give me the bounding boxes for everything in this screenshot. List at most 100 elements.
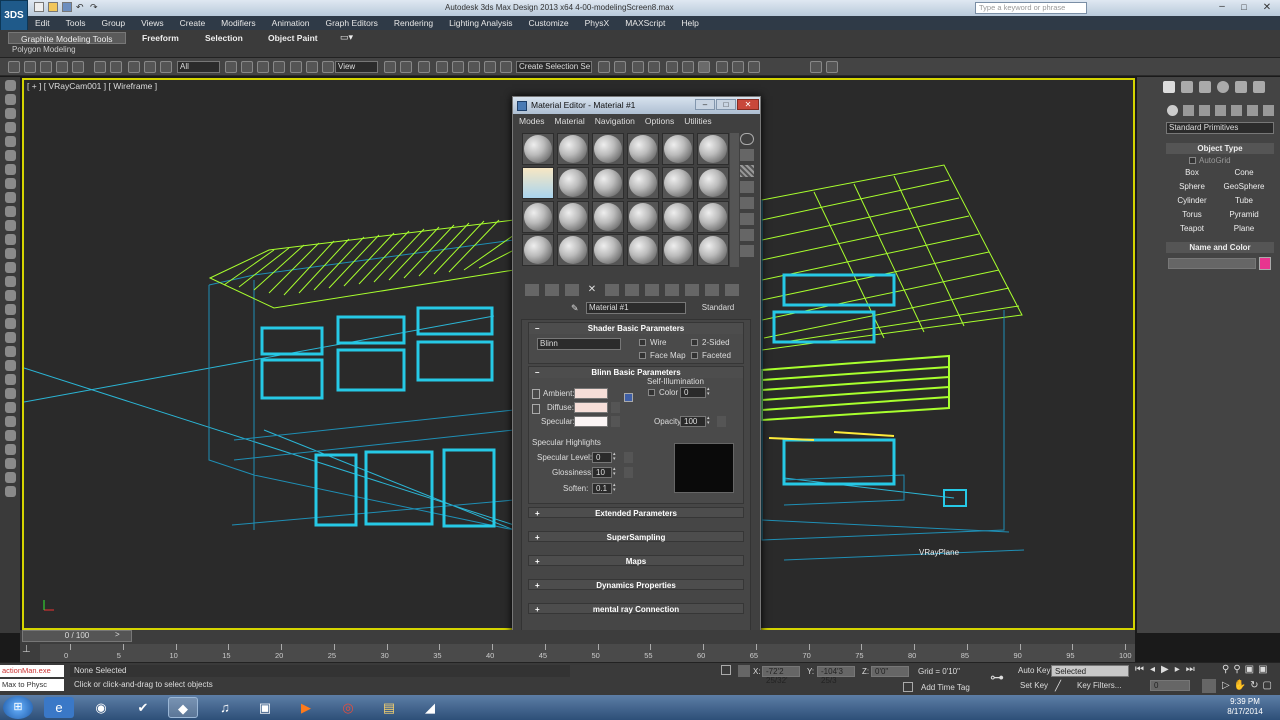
taskbar-chrome-icon[interactable]: ◎ — [333, 697, 363, 718]
play-icon[interactable]: ▶ — [1161, 664, 1169, 675]
current-frame-field[interactable]: 0 — [1150, 680, 1190, 691]
copy-material-icon[interactable] — [605, 284, 619, 296]
tool-icon-17[interactable] — [4, 304, 16, 315]
material-type-button[interactable]: Standard — [693, 302, 743, 314]
y-coord-field[interactable]: -104'3 25/3 — [817, 666, 855, 685]
time-configuration-icon[interactable] — [1202, 679, 1216, 693]
make-preview-icon[interactable] — [740, 213, 754, 225]
tool-icon-12[interactable] — [4, 234, 16, 245]
tab-selection[interactable]: Selection — [193, 32, 255, 44]
me-minimize-icon[interactable]: – — [695, 99, 715, 110]
go-to-end-icon[interactable]: ⏭ — [1186, 664, 1195, 675]
sample-uv-tiling-icon[interactable] — [740, 181, 754, 193]
teapot-button[interactable]: Teapot — [1163, 223, 1221, 235]
systems-icon[interactable] — [1263, 105, 1274, 116]
link-icon[interactable] — [128, 61, 140, 73]
material-editor-icon[interactable] — [698, 61, 710, 73]
diffuse-color-swatch[interactable] — [574, 402, 608, 413]
maximize-icon[interactable]: □ — [1234, 2, 1254, 14]
glossiness-field[interactable]: 10 — [592, 467, 612, 478]
tool-icon-2[interactable] — [4, 94, 16, 105]
auto-key-button[interactable]: Auto Key — [1018, 666, 1050, 675]
backlight-icon[interactable] — [740, 149, 754, 161]
sample-slot[interactable] — [627, 166, 659, 199]
hierarchy-tab-icon[interactable] — [1199, 81, 1211, 93]
menu-physx[interactable]: PhysX — [585, 18, 610, 28]
diffuse-map-button[interactable] — [611, 402, 620, 413]
menu-animation[interactable]: Animation — [272, 18, 310, 28]
spec-level-field[interactable]: 0 — [592, 452, 612, 463]
menu-graph-editors[interactable]: Graph Editors — [325, 18, 377, 28]
sample-type-icon[interactable] — [740, 133, 754, 145]
autogrid-checkbox[interactable] — [1189, 157, 1196, 164]
go-to-start-icon[interactable]: ⏮ — [1135, 664, 1144, 675]
layer-manager-icon[interactable] — [632, 61, 644, 73]
self-illum-value-field[interactable]: 0 — [680, 387, 706, 398]
spec-level-spinner-icon[interactable]: ▴ ▾ — [613, 452, 618, 463]
menu-customize[interactable]: Customize — [528, 18, 568, 28]
sample-slot[interactable] — [557, 200, 589, 233]
sample-slot[interactable] — [662, 234, 694, 267]
ambient-color-swatch[interactable] — [574, 388, 608, 399]
tool-icon-1[interactable] — [4, 80, 16, 91]
bind-icon[interactable] — [160, 61, 172, 73]
display-tab-icon[interactable] — [1235, 81, 1247, 93]
menu-views[interactable]: Views — [141, 18, 164, 28]
default-tangents-icon[interactable]: ╱ — [1055, 681, 1067, 693]
absolute-mode-icon[interactable] — [738, 665, 750, 677]
select-icon[interactable] — [225, 61, 237, 73]
shader-params-header[interactable]: – Shader Basic Parameters — [529, 323, 743, 334]
taskbar-app-10-icon[interactable]: ◢ — [415, 697, 445, 718]
sample-slot[interactable] — [627, 234, 659, 267]
extra-tool-icon[interactable] — [810, 61, 822, 73]
sample-slot[interactable] — [592, 200, 624, 233]
menu-modifiers[interactable]: Modifiers — [221, 18, 255, 28]
rotate-icon[interactable] — [306, 61, 318, 73]
object-type-rollout[interactable]: Object Type — [1166, 143, 1274, 154]
zoom-extents-icon[interactable]: ▣ — [1245, 664, 1254, 675]
torus-button[interactable]: Torus — [1163, 209, 1221, 221]
me-close-icon[interactable]: ✕ — [737, 99, 759, 110]
tool-icon-26[interactable] — [4, 430, 16, 441]
two-sided-checkbox[interactable] — [691, 339, 698, 346]
show-end-result-icon[interactable] — [705, 284, 719, 296]
sample-slot[interactable] — [662, 166, 694, 199]
slider-next-icon[interactable]: > — [115, 630, 125, 642]
window-crossing-icon[interactable] — [273, 61, 285, 73]
curve-editor-icon[interactable] — [666, 61, 678, 73]
new-file-icon[interactable] — [34, 2, 44, 12]
clock-time[interactable]: 9:39 PM — [1225, 697, 1265, 706]
tool-icon-24[interactable] — [4, 402, 16, 413]
key-mode-dropdown[interactable]: Selected — [1051, 665, 1129, 677]
taskbar-ie-icon[interactable]: e — [44, 697, 74, 718]
supersampling-rollout[interactable]: + SuperSampling — [528, 531, 744, 542]
tool-icon-4[interactable] — [4, 122, 16, 133]
maxscript-listener-line-2[interactable]: Max to Physc — [0, 679, 64, 691]
select-object-icon[interactable] — [72, 61, 84, 73]
taskbar-app-2-icon[interactable]: ◉ — [86, 697, 116, 718]
dynamics-properties-rollout[interactable]: + Dynamics Properties — [528, 579, 744, 590]
me-menu-navigation[interactable]: Navigation — [595, 116, 635, 126]
shapes-icon[interactable] — [1183, 105, 1194, 116]
snaps-toggle-icon[interactable] — [436, 61, 448, 73]
taskbar-explorer-icon[interactable]: ▤ — [374, 697, 404, 718]
zoom-icon[interactable]: ⚲ — [1222, 664, 1229, 675]
tool-icon-11[interactable] — [4, 220, 16, 231]
close-icon[interactable]: ✕ — [1256, 2, 1278, 14]
tool-icon-19[interactable] — [4, 332, 16, 343]
soften-spinner-icon[interactable]: ▴ ▾ — [613, 483, 618, 494]
me-menu-utilities[interactable]: Utilities — [684, 116, 711, 126]
time-tag-icon[interactable] — [903, 682, 913, 692]
select-manipulate-icon[interactable] — [400, 61, 412, 73]
put-to-library-icon[interactable] — [645, 284, 659, 296]
select-by-name-icon[interactable] — [241, 61, 253, 73]
tool-icon-15[interactable] — [4, 276, 16, 287]
object-name-field[interactable] — [1168, 258, 1256, 269]
tab-graphite-modeling-tools[interactable]: Graphite Modeling Tools — [8, 32, 126, 44]
pyramid-button[interactable]: Pyramid — [1215, 209, 1273, 221]
tab-object-paint[interactable]: Object Paint — [256, 32, 330, 44]
sample-slot[interactable] — [662, 200, 694, 233]
sample-slot[interactable] — [522, 234, 554, 267]
edit-named-sets-icon[interactable] — [500, 61, 512, 73]
sample-slot[interactable] — [627, 133, 659, 165]
